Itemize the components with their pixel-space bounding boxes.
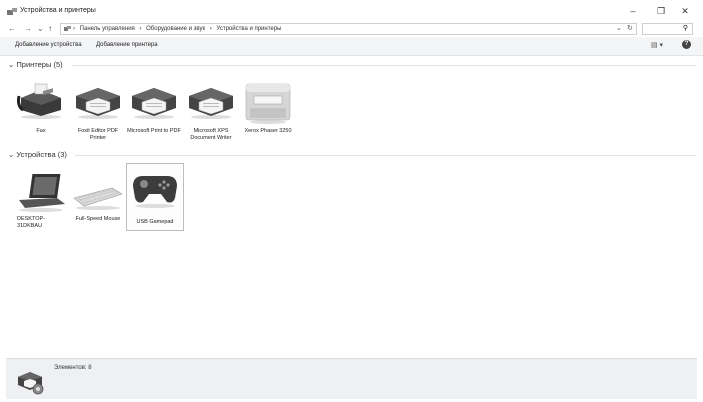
printer-icon: [189, 88, 233, 119]
printer-icon: [132, 88, 176, 119]
chevron-down-icon: ⌄: [8, 60, 15, 69]
gamepad-icon: [133, 176, 177, 208]
maximize-button[interactable]: ❐: [651, 4, 671, 18]
search-icon[interactable]: ⚲: [683, 24, 688, 32]
device-item-label: Foxit Editor PDF Printer: [77, 128, 119, 141]
item-count: Элементов: 8: [54, 365, 92, 371]
control-panel-icon: [64, 26, 71, 31]
divider: [72, 65, 696, 66]
breadcrumb: › Панель управления › Оборудование и зву…: [73, 26, 284, 32]
devices-printers-large-icon: [18, 372, 44, 395]
device-item-label: Microsoft Print to PDF: [127, 128, 181, 134]
laptop-icon: [19, 174, 65, 212]
details-pane: Элементов: 8: [6, 358, 697, 399]
back-icon[interactable]: ←: [8, 24, 16, 33]
device-item-desktop[interactable]: DESKTOP-31DKBAU: [13, 170, 69, 236]
device-item-label: Xerox Phaser 3250: [244, 128, 292, 134]
breadcrumb-separator: ›: [73, 26, 75, 32]
devices-printers-icon: [7, 8, 17, 15]
breadcrumb-control-panel[interactable]: Панель управления: [80, 26, 135, 32]
divider: [75, 155, 696, 156]
device-item-label: Microsoft XPS Document Writer: [190, 128, 232, 141]
breadcrumb-hardware-sound[interactable]: Оборудование и звук: [146, 26, 205, 32]
laser-printer-icon: [245, 83, 291, 124]
chevron-down-icon: ⌄: [8, 150, 15, 159]
device-item-fax[interactable]: Fax: [13, 80, 69, 140]
address-bar-row: ← → ⌄ ↑ › Панель управления › Оборудован…: [0, 22, 703, 37]
keyboard-icon: [73, 187, 123, 210]
add-printer-button[interactable]: Добавление принтера: [96, 42, 158, 48]
group-header-devices[interactable]: ⌄ Устройства (3): [8, 150, 67, 159]
forward-icon[interactable]: →: [24, 24, 32, 33]
breadcrumb-separator: ›: [209, 26, 212, 32]
device-item-label: USB Gamepad: [136, 219, 174, 225]
minimize-button[interactable]: –: [623, 4, 643, 18]
address-dropdown-icon[interactable]: ⌄: [616, 24, 622, 32]
device-item-mouse[interactable]: Full-Speed Mouse: [70, 170, 126, 230]
breadcrumb-separator: ›: [139, 26, 142, 32]
device-item-usb-gamepad[interactable]: USB Gamepad: [126, 163, 184, 231]
device-item-label: Fax: [36, 128, 46, 134]
refresh-icon[interactable]: ↻: [627, 24, 633, 32]
close-button[interactable]: ✕: [675, 4, 695, 18]
device-item-foxit-printer[interactable]: Foxit Editor PDF Printer: [70, 80, 126, 146]
device-item-microsoft-print-to-pdf[interactable]: Microsoft Print to PDF: [126, 80, 182, 146]
device-item-xerox-phaser[interactable]: Xerox Phaser 3250: [240, 78, 296, 138]
group-title: Принтеры (5): [16, 60, 63, 69]
device-item-label: DESKTOP-31DKBAU: [17, 216, 46, 229]
title-bar: Устройства и принтеры – ❐ ✕: [0, 0, 703, 22]
address-bar[interactable]: › Панель управления › Оборудование и зву…: [60, 23, 637, 35]
search-input[interactable]: ⚲: [642, 23, 693, 35]
device-item-label: Full-Speed Mouse: [75, 216, 121, 222]
recent-dropdown-icon[interactable]: ⌄: [37, 24, 44, 33]
fax-icon: [17, 83, 61, 119]
view-options-icon[interactable]: ▤ ▾: [651, 41, 663, 49]
device-item-microsoft-xps-writer[interactable]: Microsoft XPS Document Writer: [183, 80, 239, 146]
group-header-printers[interactable]: ⌄ Принтеры (5): [8, 60, 63, 69]
breadcrumb-devices-printers[interactable]: Устройства и принтеры: [216, 26, 281, 32]
add-device-button[interactable]: Добавление устройства: [15, 42, 82, 48]
printer-icon: [76, 88, 120, 119]
window-title: Устройства и принтеры: [20, 7, 96, 14]
command-bar: Добавление устройства Добавление принтер…: [0, 37, 703, 56]
up-icon[interactable]: ↑: [48, 24, 52, 33]
group-title: Устройства (3): [16, 150, 67, 159]
help-icon[interactable]: ?: [682, 40, 691, 49]
